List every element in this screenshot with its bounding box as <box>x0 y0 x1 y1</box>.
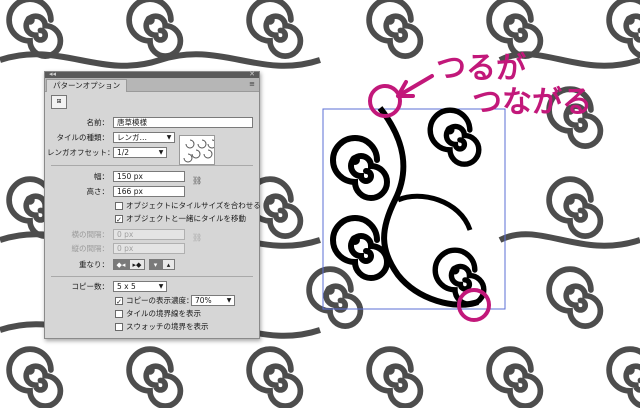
pattern-copy-swirl <box>549 269 600 326</box>
overlap-right-button[interactable]: ▸◆ <box>129 259 145 270</box>
pattern-copy-swirl <box>369 0 420 56</box>
pattern-copy-swirl <box>309 269 360 326</box>
annotation-text-line1: つるが <box>436 51 526 86</box>
dim-copies-label: コピーの表示濃度： <box>126 296 194 305</box>
size-to-art-checkbox[interactable] <box>115 202 123 210</box>
pattern-copy-swirl <box>9 0 60 56</box>
name-field[interactable]: 唐草模様 <box>113 117 253 128</box>
width-label: 幅： <box>94 172 109 181</box>
panel-menu-icon[interactable]: ≡ <box>249 80 255 88</box>
copies-label: コピー数： <box>71 282 110 291</box>
annotation-arrow <box>396 74 434 98</box>
chevron-down-icon: ▼ <box>226 297 232 304</box>
name-label: 名前： <box>86 118 110 127</box>
tile-type-value: レンガ… <box>117 133 147 142</box>
size-to-art-label: オブジェクトにタイルサイズを合わせる <box>126 201 261 210</box>
show-tile-edge-label: タイルの境界線を表示 <box>126 309 201 318</box>
copies-select[interactable]: 5 x 5 ▼ <box>113 281 167 292</box>
tab-pattern-options[interactable]: パターンオプション <box>46 79 128 92</box>
pattern-options-panel: ◂◂ ✕ パターンオプション ≡ ⊞ 名前： 唐草模様 タイルの種類： レンガ…… <box>44 70 261 339</box>
dim-copies-select[interactable]: 70% ▼ <box>191 295 235 306</box>
overlap-top-button[interactable]: ▾ <box>149 259 162 270</box>
panel-tabbar: パターンオプション ≡ <box>45 78 259 92</box>
move-with-art-label: オブジェクトと一緒にタイルを移動 <box>126 214 246 223</box>
pattern-copy-vine <box>498 231 640 249</box>
brick-offset-label: レンガオフセット： <box>47 148 115 157</box>
tile-preview-thumbnail <box>179 135 217 165</box>
divider <box>51 276 253 277</box>
chevron-down-icon: ▼ <box>166 134 172 141</box>
pattern-copy-swirl <box>249 349 300 406</box>
h-spacing-field[interactable]: 0 px <box>113 229 185 240</box>
v-spacing-field[interactable]: 0 px <box>113 243 185 254</box>
show-swatch-bounds-checkbox[interactable] <box>115 323 123 331</box>
height-label: 高さ： <box>86 187 110 196</box>
overlap-left-button[interactable]: ◆◂ <box>113 259 129 270</box>
overlap-label: 重なり： <box>79 260 109 269</box>
move-with-art-checkbox[interactable]: ✓ <box>115 215 123 224</box>
pattern-tile-art[interactable] <box>333 106 484 308</box>
copies-value: 5 x 5 <box>117 282 136 291</box>
overlap-bottom-button[interactable]: ▴ <box>162 259 175 270</box>
brick-offset-select[interactable]: 1/2 ▼ <box>113 147 167 158</box>
v-spacing-label: 縦の間隔： <box>71 244 110 253</box>
pattern-copy-swirl <box>489 349 540 406</box>
show-swatch-bounds-label: スウォッチの境界を表示 <box>126 322 209 331</box>
dim-copies-checkbox[interactable]: ✓ <box>115 297 123 306</box>
tile-type-label: タイルの種類： <box>56 133 110 142</box>
chevron-down-icon: ▼ <box>158 283 164 290</box>
brick-offset-value: 1/2 <box>117 148 130 157</box>
tile-edit-tool-icon[interactable]: ⊞ <box>51 95 67 109</box>
pattern-copy-swirl <box>129 0 180 56</box>
show-tile-edge-checkbox[interactable] <box>115 310 123 318</box>
close-icon[interactable]: ✕ <box>249 70 255 78</box>
tile-type-select[interactable]: レンガ… ▼ <box>113 132 175 143</box>
h-spacing-label: 横の間隔： <box>71 230 110 239</box>
pattern-copy-swirl <box>369 349 420 406</box>
collapse-icon[interactable]: ◂◂ <box>49 70 56 78</box>
divider <box>51 165 253 166</box>
pattern-copy-swirl <box>249 0 300 56</box>
height-field[interactable]: 166 px <box>113 186 185 197</box>
pattern-copy-swirl <box>609 349 640 406</box>
link-proportions-icon[interactable]: ⛓ <box>192 176 202 185</box>
pattern-copy-swirl <box>609 0 640 56</box>
pattern-copy-swirl <box>9 349 60 406</box>
chevron-down-icon: ▼ <box>158 149 164 156</box>
pattern-copy-swirl <box>129 349 180 406</box>
link-spacing-icon[interactable]: ⛓ <box>192 233 202 242</box>
dim-copies-value: 70% <box>195 296 212 305</box>
pattern-copy-swirl <box>549 179 600 236</box>
pattern-copy-swirl <box>489 0 540 56</box>
annotation-text-line2: つながる <box>472 85 592 120</box>
width-field[interactable]: 150 px <box>113 171 185 182</box>
